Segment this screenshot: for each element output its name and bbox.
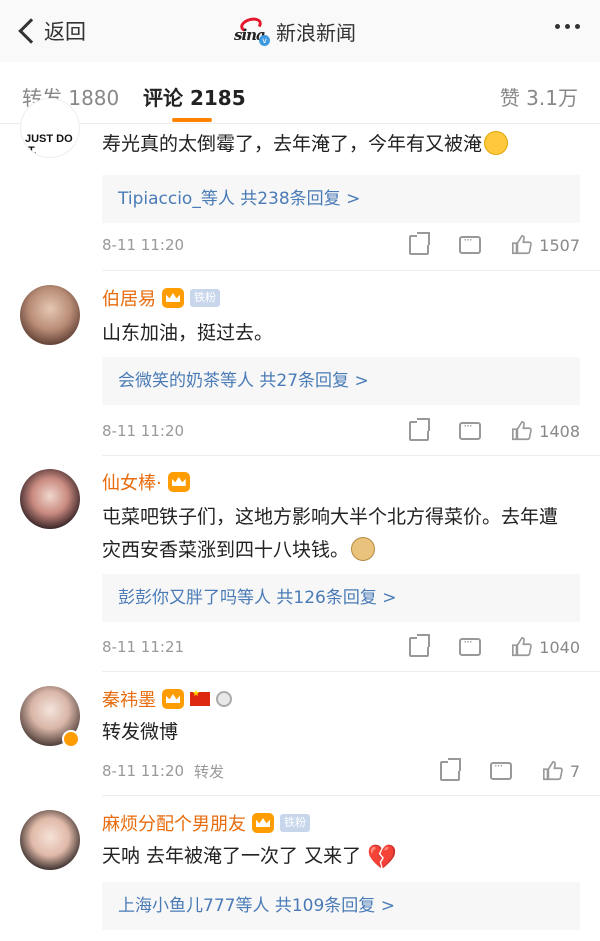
comment-meta: 8-11 11:20 转发 7: [102, 758, 580, 784]
username[interactable]: 仙女棒·: [102, 469, 162, 495]
username[interactable]: 麻烦分配个男朋友: [102, 810, 246, 836]
comment-time: 8-11 11:20: [102, 422, 185, 440]
replies-summary[interactable]: Tipiaccio_等人 共238条回复 >: [102, 175, 580, 223]
comment-actions: 1040: [409, 634, 580, 660]
share-icon[interactable]: [439, 758, 461, 781]
repost-tag: 转发: [194, 762, 225, 781]
tab-comment[interactable]: 评论 2185: [143, 82, 246, 111]
comment-text: 山东加油，挺过去。: [102, 322, 274, 344]
chevron-left-icon: [18, 18, 44, 44]
divider: [102, 455, 600, 456]
top-navbar: 返回 sina v 新浪新闻: [0, 0, 600, 62]
divider: [102, 795, 600, 796]
divider: [102, 671, 600, 672]
crown-icon: [162, 689, 184, 709]
crown-icon: [162, 288, 184, 308]
medal-icon: [216, 691, 232, 707]
replies-summary[interactable]: 上海小鱼儿777等人 共109条回复 >: [102, 882, 580, 930]
sina-logo: sina v: [234, 15, 270, 46]
like-count: 1507: [539, 235, 580, 255]
comment-actions: 7: [439, 758, 580, 784]
tab-bar: 转发 1880 评论 2185 赞 3.1万: [0, 62, 600, 124]
back-label: 返回: [44, 20, 86, 44]
avatar[interactable]: [20, 810, 80, 870]
comment-meta: 8-11 11:20 1408: [102, 418, 580, 444]
comment-text: 屯菜吧铁子们，这地方影响大半个北方得菜价。去年遭灾西安香菜涨到四十八块钱。: [102, 506, 559, 561]
avatar[interactable]: [20, 285, 80, 345]
active-tab-indicator: [172, 118, 212, 122]
comment-meta: 8-11 11:20 1507: [102, 232, 580, 258]
avatar-text: JUST DO IT.: [25, 133, 73, 157]
like-count: 1040: [539, 637, 580, 657]
thumbs-up-icon[interactable]: [511, 636, 533, 658]
comment-actions: 1408: [409, 418, 580, 444]
reply-icon[interactable]: [459, 635, 482, 656]
like-count: 1408: [539, 421, 580, 441]
divider: [102, 270, 600, 271]
comment-time: 8-11 11:20: [102, 236, 185, 254]
avatar[interactable]: [20, 469, 80, 529]
replies-summary[interactable]: 彭彭你又胖了吗等人 共126条回复 >: [102, 574, 580, 622]
nav-title-group: sina v 新浪新闻: [234, 14, 356, 48]
share-icon[interactable]: [409, 418, 431, 441]
reply-icon[interactable]: [489, 759, 512, 780]
name-row: 麻烦分配个男朋友 铁粉: [102, 810, 310, 836]
thumbs-up-icon[interactable]: [542, 760, 564, 782]
more-options-icon[interactable]: [555, 24, 580, 29]
verified-icon: v: [259, 35, 270, 46]
username[interactable]: 伯居易: [102, 285, 156, 311]
comment-text: 转发微博: [102, 721, 179, 743]
comment-text: 寿光真的太倒霉了，去年淹了，今年有又被淹: [102, 128, 570, 161]
reply-icon[interactable]: [459, 419, 482, 440]
replies-summary[interactable]: 会微笑的奶茶等人 共27条回复 >: [102, 357, 580, 405]
laughing-crying-emoji-icon: [484, 131, 509, 155]
share-icon[interactable]: [409, 634, 431, 657]
broken-heart-icon: 💔: [367, 843, 398, 871]
china-flag-icon: [190, 689, 210, 706]
comment-time: 8-11 11:21: [102, 638, 185, 656]
comment-time: 8-11 11:20: [102, 762, 185, 780]
thumbs-up-icon[interactable]: [511, 420, 533, 442]
name-row: 秦祎墨: [102, 686, 232, 712]
reply-icon[interactable]: [459, 233, 482, 254]
avatar[interactable]: JUST DO IT.: [20, 98, 80, 158]
crown-icon: [252, 813, 274, 833]
vip-icon: [62, 730, 80, 748]
name-row: 仙女棒·: [102, 469, 190, 495]
name-row: 伯居易 铁粉: [102, 285, 220, 311]
doge-emoji-icon: [351, 537, 376, 561]
tab-like[interactable]: 赞 3.1万: [500, 82, 578, 111]
comment-meta: 8-11 11:21 1040: [102, 634, 580, 660]
share-icon[interactable]: [409, 232, 431, 255]
fan-badge: 铁粉: [190, 289, 220, 307]
username[interactable]: 秦祎墨: [102, 686, 156, 712]
fan-badge: 铁粉: [280, 814, 310, 832]
crown-icon: [167, 472, 190, 492]
page-title: 新浪新闻: [276, 20, 356, 45]
comment-actions: 1507: [409, 232, 580, 258]
comment-text: 天呐 去年被淹了一次了 又来了 💔: [102, 843, 398, 871]
thumbs-up-icon[interactable]: [511, 234, 533, 256]
like-count: 7: [569, 761, 580, 781]
back-button[interactable]: 返回: [14, 14, 86, 48]
